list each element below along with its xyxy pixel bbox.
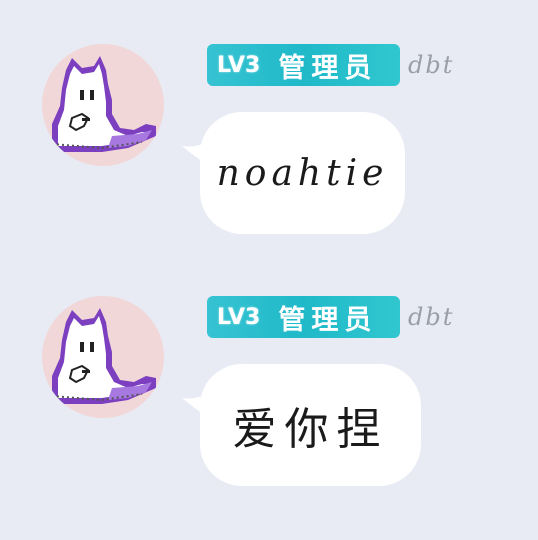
- badge-level: LV3: [217, 304, 261, 330]
- pixel-cat-avatar-icon: [51, 56, 156, 152]
- username[interactable]: dbt: [408, 303, 454, 331]
- message-text: noahtie: [216, 152, 389, 194]
- message-bubble[interactable]: 爱你捏: [200, 364, 421, 486]
- badge-role: 管理员: [278, 52, 378, 84]
- message-bubble[interactable]: noahtie: [200, 112, 405, 234]
- username[interactable]: dbt: [408, 51, 454, 79]
- badge-role: 管理员: [278, 304, 378, 336]
- message-header: LV3 管理员 dbt: [207, 44, 454, 86]
- chat-message: LV3 管理员 dbt noahtie: [0, 0, 538, 234]
- pixel-cat-avatar-icon: [51, 308, 156, 404]
- admin-badge: LV3 管理员: [207, 296, 400, 338]
- badge-level: LV3: [217, 52, 261, 78]
- avatar[interactable]: [42, 44, 164, 166]
- avatar[interactable]: [42, 296, 164, 418]
- chat-message: LV3 管理员 dbt 爱你捏: [0, 252, 538, 486]
- admin-badge: LV3 管理员: [207, 44, 400, 86]
- message-text: 爱你捏: [232, 404, 389, 455]
- message-header: LV3 管理员 dbt: [207, 296, 454, 338]
